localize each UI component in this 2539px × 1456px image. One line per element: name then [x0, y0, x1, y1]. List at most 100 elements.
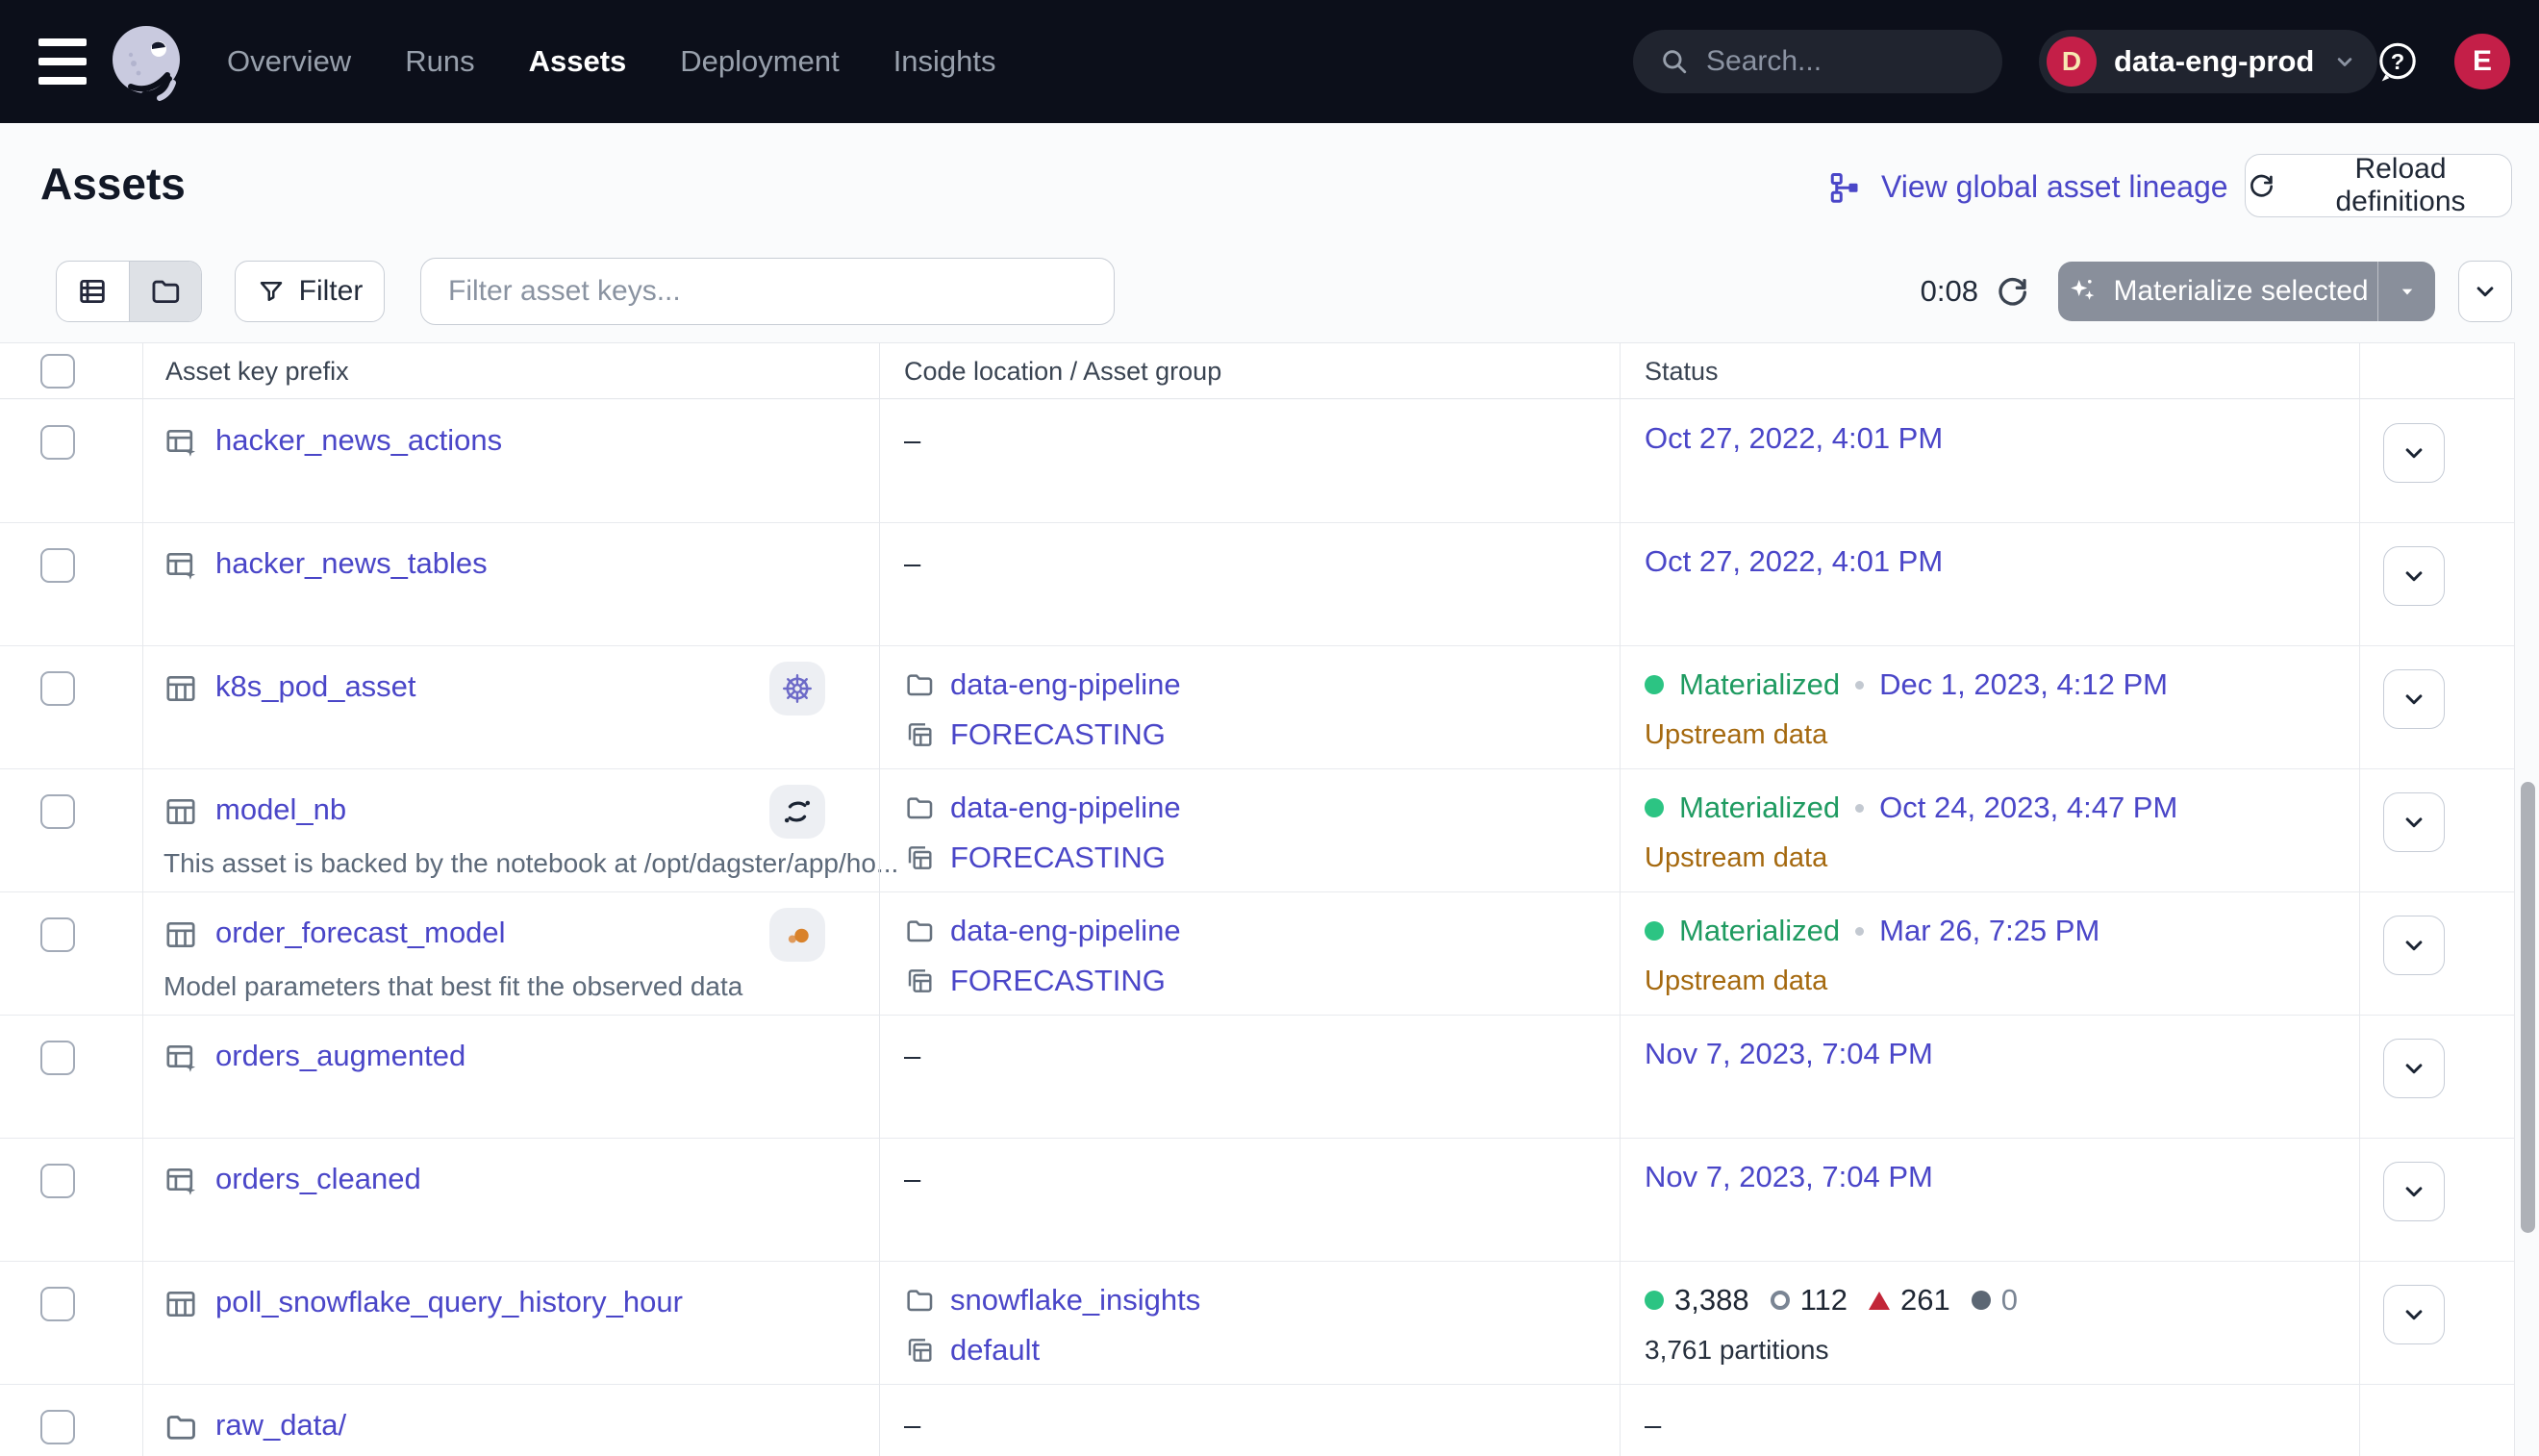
- nav-runs[interactable]: Runs: [405, 44, 474, 79]
- filter-asset-keys-input[interactable]: [420, 258, 1115, 325]
- row-expand-button[interactable]: [2383, 792, 2445, 852]
- row-expand-button[interactable]: [2383, 423, 2445, 483]
- table-row: k8s_pod_asset data-eng-pipeline FORECAST…: [0, 646, 2514, 769]
- code-location-link[interactable]: data-eng-pipeline: [950, 791, 1181, 825]
- chevron-down-icon: [2331, 48, 2358, 75]
- asset-prefix-table-icon: [163, 1041, 198, 1075]
- status-date-link[interactable]: Mar 26, 7:25 PM: [1879, 914, 2099, 948]
- table-row: orders_augmented – Nov 7, 2023, 7:04 PM: [0, 1016, 2514, 1139]
- global-search[interactable]: /: [1633, 30, 2002, 93]
- workspace-switcher[interactable]: D data-eng-prod: [2039, 30, 2377, 93]
- asset-prefix-table-icon: [163, 548, 198, 583]
- row-checkbox[interactable]: [40, 1410, 75, 1444]
- asset-group-link[interactable]: FORECASTING: [950, 964, 1166, 998]
- asset-link[interactable]: orders_augmented: [215, 1039, 465, 1073]
- materialize-dropdown-caret[interactable]: [2377, 262, 2435, 321]
- row-expand-button[interactable]: [2383, 669, 2445, 729]
- asset-link[interactable]: order_forecast_model: [215, 916, 506, 950]
- status-date-link[interactable]: Nov 7, 2023, 7:04 PM: [1645, 1160, 1933, 1194]
- view-global-asset-lineage-link[interactable]: View global asset lineage: [1827, 169, 2228, 205]
- select-all-checkbox[interactable]: [40, 354, 75, 389]
- nav-insights[interactable]: Insights: [893, 44, 996, 79]
- status-date-link[interactable]: Oct 24, 2023, 4:47 PM: [1879, 791, 2177, 825]
- folder-view-toggle[interactable]: [129, 262, 202, 321]
- status-date-link[interactable]: Oct 27, 2022, 4:01 PM: [1645, 544, 1943, 579]
- asset-link[interactable]: model_nb: [215, 792, 346, 827]
- row-expand-button[interactable]: [2383, 546, 2445, 606]
- row-expand-button[interactable]: [2383, 916, 2445, 975]
- table-row: hacker_news_actions – Oct 27, 2022, 4:01…: [0, 400, 2514, 523]
- top-nav: Overview Runs Assets Deployment Insights…: [0, 0, 2539, 123]
- partition-counts[interactable]: 3,388 112 261 0: [1645, 1283, 2018, 1318]
- observed-count-ring: [1771, 1291, 1790, 1310]
- dagster-logo[interactable]: [104, 19, 189, 104]
- table-row: model_nb This asset is backed by the not…: [0, 769, 2514, 892]
- svg-text:?: ?: [2391, 49, 2404, 74]
- table-row: order_forecast_model Model parameters th…: [0, 892, 2514, 1016]
- row-expand-button[interactable]: [2383, 1039, 2445, 1098]
- nav-overview[interactable]: Overview: [227, 44, 351, 79]
- status-date-link[interactable]: Oct 27, 2022, 4:01 PM: [1645, 421, 1943, 456]
- column-divider: [879, 342, 880, 1456]
- toolbar-more-button[interactable]: [2458, 261, 2512, 322]
- user-avatar[interactable]: E: [2454, 34, 2510, 89]
- reload-icon: [2246, 170, 2276, 201]
- reload-button-label: Reload definitions: [2290, 153, 2511, 218]
- row-checkbox[interactable]: [40, 425, 75, 460]
- asset-group-link[interactable]: FORECASTING: [950, 717, 1166, 752]
- workspace-name: data-eng-prod: [2114, 44, 2314, 79]
- status-date-link[interactable]: Nov 7, 2023, 7:04 PM: [1645, 1037, 1933, 1071]
- page-title: Assets: [40, 158, 186, 210]
- nav-deployment[interactable]: Deployment: [680, 44, 839, 79]
- row-checkbox[interactable]: [40, 1041, 75, 1075]
- status-date-link[interactable]: Dec 1, 2023, 4:12 PM: [1879, 667, 2168, 702]
- row-expand-button[interactable]: [2383, 1285, 2445, 1344]
- reload-definitions-button[interactable]: Reload definitions: [2245, 154, 2512, 217]
- asset-link[interactable]: k8s_pod_asset: [215, 669, 416, 704]
- folder-icon: [904, 916, 935, 946]
- code-location-link[interactable]: snowflake_insights: [950, 1283, 1200, 1318]
- help-icon[interactable]: ?: [2374, 38, 2422, 87]
- asset-group-link[interactable]: FORECASTING: [950, 841, 1166, 875]
- code-location-link[interactable]: data-eng-pipeline: [950, 914, 1181, 948]
- folder-icon: [904, 792, 935, 823]
- row-checkbox[interactable]: [40, 917, 75, 952]
- table-right-border: [2514, 342, 2515, 1456]
- row-checkbox[interactable]: [40, 794, 75, 829]
- upstream-data-link[interactable]: Upstream data: [1645, 719, 1827, 751]
- row-checkbox[interactable]: [40, 548, 75, 583]
- materialized-status-link[interactable]: Materialized: [1679, 667, 1840, 702]
- asset-link[interactable]: hacker_news_tables: [215, 546, 488, 581]
- asset-prefix-table-icon: [163, 1164, 198, 1198]
- table-header-row: Asset key prefix Code location / Asset g…: [0, 342, 2514, 399]
- asset-table-icon: [163, 671, 198, 706]
- row-expand-button[interactable]: [2383, 1162, 2445, 1221]
- refresh-countdown: 0:08: [1890, 261, 1978, 322]
- menu-icon[interactable]: [38, 38, 87, 85]
- column-divider: [142, 342, 143, 1456]
- page-header: Assets View global asset lineage Reload …: [0, 123, 2539, 246]
- location-empty: –: [904, 1162, 920, 1196]
- code-location-link[interactable]: data-eng-pipeline: [950, 667, 1181, 702]
- table-row: poll_snowflake_query_history_hour snowfl…: [0, 1262, 2514, 1385]
- materialize-selected-button[interactable]: Materialize selected: [2058, 262, 2435, 321]
- materialized-status-link[interactable]: Materialized: [1679, 791, 1840, 825]
- refresh-icon[interactable]: [1993, 272, 2031, 311]
- row-checkbox[interactable]: [40, 671, 75, 706]
- upstream-data-link[interactable]: Upstream data: [1645, 966, 1827, 997]
- search-input[interactable]: [1706, 45, 2077, 78]
- asset-link[interactable]: orders_cleaned: [215, 1162, 421, 1196]
- asset-link[interactable]: hacker_news_actions: [215, 423, 502, 458]
- row-checkbox[interactable]: [40, 1164, 75, 1198]
- row-checkbox[interactable]: [40, 1287, 75, 1321]
- asset-group-link[interactable]: default: [950, 1333, 1040, 1368]
- nav-assets[interactable]: Assets: [529, 44, 627, 79]
- asset-link[interactable]: poll_snowflake_query_history_hour: [215, 1285, 683, 1319]
- folder-icon: [904, 1285, 935, 1316]
- upstream-data-link[interactable]: Upstream data: [1645, 842, 1827, 874]
- scrollbar-thumb[interactable]: [2521, 782, 2535, 1233]
- asset-folder-link[interactable]: raw_data/: [215, 1408, 346, 1443]
- materialized-status-link[interactable]: Materialized: [1679, 914, 1840, 948]
- list-view-toggle[interactable]: [57, 262, 129, 321]
- filter-button[interactable]: Filter: [235, 261, 385, 322]
